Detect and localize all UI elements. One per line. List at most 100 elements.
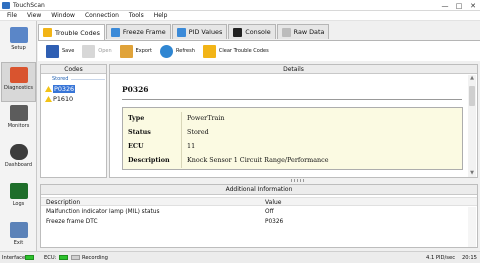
- sidebar-item-label: Exit: [13, 240, 24, 246]
- menu-view[interactable]: View: [27, 12, 41, 19]
- tab-label: Trouble Codes: [55, 28, 100, 37]
- sidebar-item-setup[interactable]: Setup: [1, 23, 36, 63]
- sidebar-item-logs[interactable]: Logs: [1, 179, 36, 219]
- save-icon: [46, 44, 59, 58]
- detail-key: Status: [128, 128, 151, 136]
- detail-key: Type: [128, 114, 145, 122]
- column-description[interactable]: Description: [46, 199, 80, 206]
- detail-value: PowerTrain: [187, 114, 225, 122]
- app-logo-icon: [2, 1, 10, 9]
- detail-value: Knock Sensor 1 Circuit Range/Performance: [187, 156, 329, 164]
- detail-table: Type PowerTrain Status Stored ECU 11 Des…: [122, 107, 463, 170]
- detail-divider: [122, 99, 462, 100]
- toolbar: Save Open Export Refresh Clear Trouble C…: [38, 40, 480, 61]
- tab-label: Raw Data: [293, 28, 325, 36]
- scroll-up-icon[interactable]: ▲: [468, 75, 476, 82]
- sidebar-item-label: Setup: [11, 45, 26, 51]
- detail-row: Description Knock Sensor 1 Circuit Range…: [123, 154, 462, 166]
- detail-code-title: P0326: [122, 85, 149, 94]
- tab-strip: Trouble Codes Freeze Frame PID Values Co…: [38, 24, 330, 40]
- sidebar-item-diagnostics[interactable]: Diagnostics: [1, 62, 36, 102]
- code-list-item[interactable]: P0326: [45, 85, 76, 93]
- sidebar-item-monitors[interactable]: Monitors: [1, 101, 36, 141]
- clear-trouble-codes-button[interactable]: Clear Trouble Codes: [202, 43, 269, 59]
- maximize-button[interactable]: □: [452, 0, 466, 11]
- window-title: TouchScan: [13, 1, 45, 9]
- sidebar-item-label: Dashboard: [4, 162, 33, 168]
- clock: 20:15: [462, 255, 477, 261]
- detail-row: Status Stored: [123, 126, 462, 138]
- details-panel: Details P0326 Type PowerTrain Status Sto…: [109, 64, 478, 178]
- tab-label: Freeze Frame: [122, 28, 166, 36]
- status-bar: Interface: ECU: Recording 4.1 PID/sec 20…: [0, 251, 480, 263]
- menu-window[interactable]: Window: [51, 12, 75, 19]
- codes-header: Codes: [41, 65, 106, 74]
- details-scrollbar[interactable]: ▲ ▼: [468, 75, 476, 177]
- menu-help[interactable]: Help: [154, 12, 168, 19]
- save-button[interactable]: Save: [46, 43, 74, 59]
- code-text: P1610: [53, 95, 74, 103]
- table-row: Freeze frame DTC P0326: [41, 217, 477, 227]
- console-icon: [233, 27, 243, 37]
- info-description: Malfunction indicator lamp (MIL) status: [46, 209, 160, 215]
- table-row: Malfunction indicator lamp (MIL) status …: [41, 207, 477, 217]
- stored-group-label: Stored: [52, 76, 69, 82]
- detail-key: ECU: [128, 142, 144, 150]
- additional-info-panel: Additional Information Description Value…: [40, 184, 478, 248]
- freeze-frame-icon: [110, 27, 120, 37]
- column-value[interactable]: Value: [265, 199, 281, 206]
- codes-panel: Codes Stored P0326 P1610: [40, 64, 107, 178]
- open-button[interactable]: Open: [82, 43, 112, 59]
- ecu-label: ECU:: [44, 255, 57, 261]
- clear-codes-icon: [202, 44, 216, 58]
- additional-info-header: Additional Information: [41, 185, 477, 195]
- detail-value: Stored: [187, 128, 209, 136]
- export-button[interactable]: Export: [119, 43, 153, 59]
- splitter-grip-icon[interactable]: [291, 179, 305, 182]
- refresh-icon: [160, 44, 174, 58]
- detail-value: 11: [187, 142, 196, 150]
- sidebar: Setup Diagnostics Monitors Dashboard Log…: [0, 21, 37, 251]
- warning-icon: [45, 96, 52, 102]
- tab-raw-data[interactable]: Raw Data: [276, 24, 330, 39]
- close-button[interactable]: ✕: [466, 0, 480, 11]
- tab-console[interactable]: Console: [228, 24, 276, 39]
- sidebar-item-label: Monitors: [7, 123, 30, 129]
- tab-label: PID Values: [188, 28, 223, 36]
- setup-icon: [9, 27, 28, 43]
- warning-icon: [45, 86, 52, 92]
- panel-splitter[interactable]: [38, 179, 480, 183]
- tab-freeze-frame[interactable]: Freeze Frame: [105, 24, 171, 39]
- dashboard-icon: [9, 144, 28, 160]
- tab-trouble-codes[interactable]: Trouble Codes: [38, 24, 105, 40]
- info-value: Off: [265, 209, 274, 215]
- refresh-label: Refresh: [176, 48, 195, 54]
- diagnostics-icon: [9, 67, 28, 83]
- title-bar: TouchScan — □ ✕: [0, 0, 480, 11]
- pid-rate: 4.1 PID/sec: [426, 255, 456, 261]
- refresh-button[interactable]: Refresh: [160, 43, 195, 59]
- sidebar-item-dashboard[interactable]: Dashboard: [1, 140, 36, 180]
- additional-info-column-headers: Description Value: [41, 197, 477, 206]
- sidebar-item-label: Diagnostics: [3, 85, 33, 91]
- tab-pid-values[interactable]: PID Values: [171, 24, 228, 39]
- detail-row: ECU 11: [123, 140, 462, 152]
- scroll-thumb[interactable]: [469, 86, 475, 106]
- open-label: Open: [98, 48, 112, 54]
- code-list-item[interactable]: P1610: [45, 95, 73, 103]
- export-label: Export: [135, 48, 153, 54]
- open-icon: [82, 44, 96, 58]
- tab-label: Console: [245, 28, 271, 36]
- additional-info-scrollbar[interactable]: [468, 207, 476, 247]
- menu-file[interactable]: File: [7, 12, 17, 19]
- logs-icon: [9, 183, 28, 199]
- menu-connection[interactable]: Connection: [85, 12, 119, 19]
- scroll-down-icon[interactable]: ▼: [468, 170, 476, 177]
- menu-tools[interactable]: Tools: [129, 12, 144, 19]
- clear-label: Clear Trouble Codes: [218, 48, 269, 54]
- minimize-button[interactable]: —: [438, 0, 452, 11]
- recording-status-indicator: [71, 255, 80, 260]
- interface-label: Interface:: [2, 255, 27, 261]
- detail-row: Type PowerTrain: [123, 112, 462, 124]
- menu-bar: File View Window Connection Tools Help: [0, 11, 480, 21]
